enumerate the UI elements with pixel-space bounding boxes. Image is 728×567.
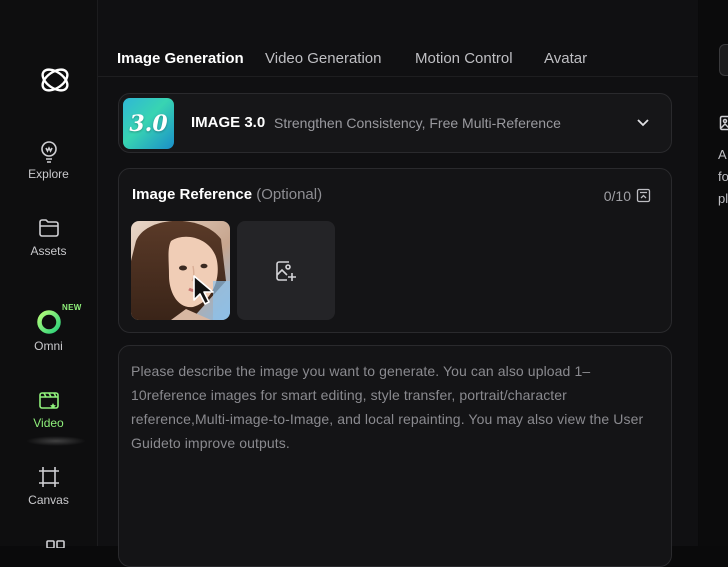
video-clapper-icon [37,388,61,412]
active-indicator [26,436,86,446]
more-apps-icon[interactable] [46,538,66,548]
right-panel-line: fo [718,166,728,188]
chevron-down-icon[interactable] [635,114,651,130]
image-icon [719,115,728,131]
canvas-frame-icon [37,465,61,489]
reference-image-thumbnail[interactable] [131,221,230,320]
add-reference-image-button[interactable] [237,221,335,320]
sidebar-item-label: Omni [0,339,97,353]
tab-image-generation[interactable]: Image Generation [117,50,244,67]
sidebar-item-explore[interactable]: Explore [0,139,97,181]
sidebar-item-label: Explore [0,167,97,181]
main-panel: Image Generation Video Generation Motion… [98,0,698,546]
model-description: Strengthen Consistency, Free Multi-Refer… [274,115,561,131]
tab-motion-control[interactable]: Motion Control [415,50,513,67]
collapse-icon[interactable] [636,188,651,203]
omni-ring-icon [36,309,62,335]
folder-icon [37,216,61,240]
sidebar-item-label: Video [0,416,97,430]
sidebar-item-label: Canvas [0,493,97,507]
sidebar-item-canvas[interactable]: Canvas [0,465,97,507]
optional-label: (Optional) [256,186,322,203]
image-reference-title: Image Reference (Optional) [132,186,322,203]
model-selector[interactable]: 3.0 IMAGE 3.0 Strengthen Consistency, Fr… [118,93,672,153]
image-reference-panel: Image Reference (Optional) 0/10 [118,168,672,333]
sidebar-item-video[interactable]: Video [0,388,97,430]
right-panel-text: A fo pl [718,144,728,210]
prompt-input-panel[interactable]: Please describe the image you want to ge… [118,345,672,567]
prompt-placeholder[interactable]: Please describe the image you want to ge… [131,359,656,455]
reference-count: 0/10 [604,188,631,204]
generation-tabs: Image Generation Video Generation Motion… [98,40,698,77]
new-badge: NEW [62,303,82,312]
sidebar-item-assets[interactable]: Assets [0,216,97,258]
right-panel: A fo pl [699,0,728,546]
tab-avatar[interactable]: Avatar [544,50,587,67]
sidebar: Explore Assets NEW Omni Video [0,0,98,546]
tab-video-generation[interactable]: Video Generation [265,50,381,67]
model-name: IMAGE 3.0 [191,114,265,131]
right-panel-line: pl [718,188,728,210]
app-logo-icon[interactable] [37,62,73,98]
model-thumbnail: 3.0 [123,98,174,149]
image-reference-label: Image Reference [132,186,252,203]
add-image-icon [274,259,298,283]
right-panel-button[interactable] [719,44,728,76]
portrait-image [131,221,230,320]
sidebar-item-label: Assets [0,244,97,258]
right-panel-line: A [718,144,728,166]
lightbulb-icon [37,139,61,163]
sidebar-item-omni[interactable]: NEW Omni [0,309,97,353]
